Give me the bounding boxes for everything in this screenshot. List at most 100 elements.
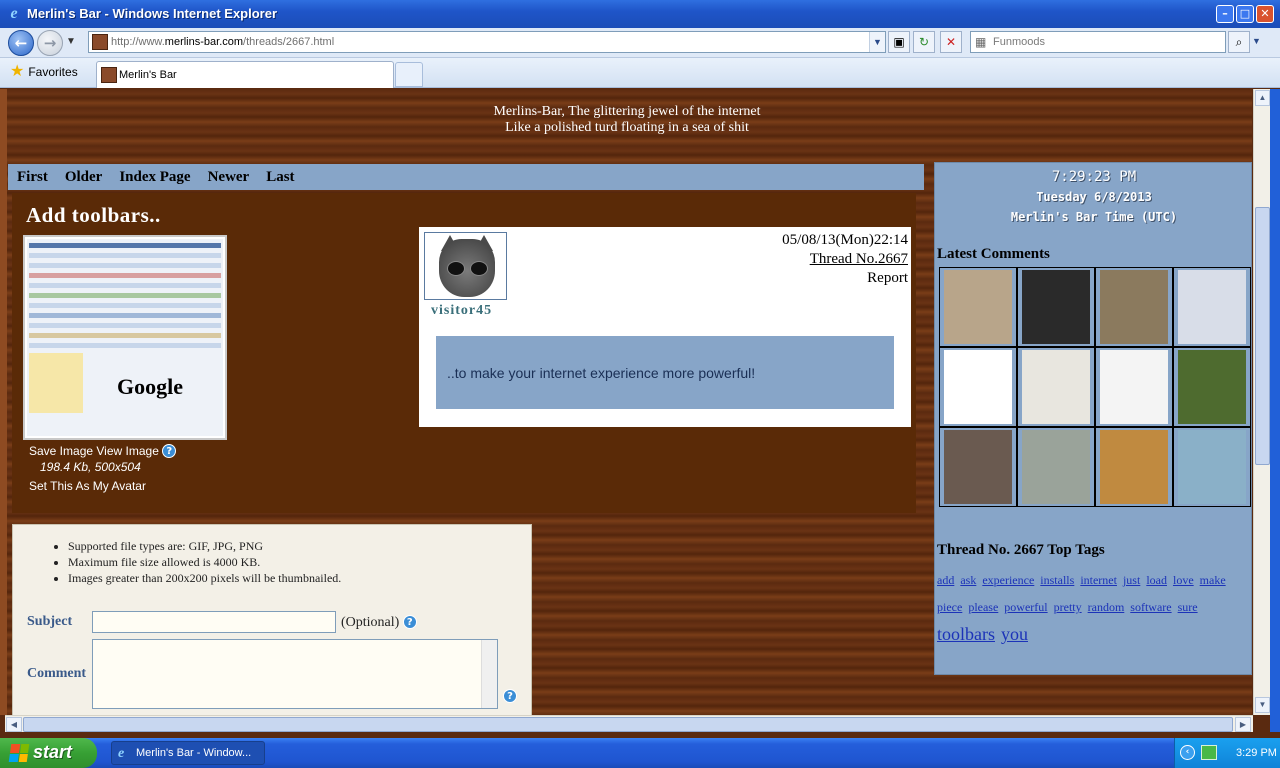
address-dropdown-icon[interactable]: ▼ xyxy=(869,32,885,52)
tag-link[interactable]: toolbars xyxy=(937,624,995,644)
post-username[interactable]: visitor45 xyxy=(431,303,492,319)
thumbnail-image xyxy=(944,270,1012,344)
tag-link[interactable]: make xyxy=(1200,573,1226,587)
scroll-up-arrow-icon[interactable]: ▲ xyxy=(1255,90,1270,106)
search-provider-icon: ▦ xyxy=(975,35,987,49)
stop-button[interactable]: ✕ xyxy=(940,31,962,53)
tab-merlins-bar[interactable]: Merlin's Bar xyxy=(96,61,394,88)
tag-link[interactable]: load xyxy=(1146,573,1167,587)
tag-link[interactable]: installs xyxy=(1040,573,1074,587)
tag-link[interactable]: you xyxy=(1001,624,1028,644)
new-tab-button[interactable] xyxy=(395,62,423,87)
thumbnail-image xyxy=(1100,350,1168,424)
tag-link[interactable]: powerful xyxy=(1004,600,1047,614)
search-placeholder: Funmoods xyxy=(993,36,1045,48)
tag-link[interactable]: pretty xyxy=(1054,600,1082,614)
latest-comment-thumbnail[interactable] xyxy=(1096,268,1172,346)
compatibility-view-icon[interactable]: ▣ xyxy=(888,31,910,53)
thumb-toolbar-9 xyxy=(29,333,221,338)
user-avatar[interactable] xyxy=(424,232,507,300)
tag-link[interactable]: sure xyxy=(1178,600,1198,614)
latest-comment-thumbnail[interactable] xyxy=(1096,348,1172,426)
help-icon[interactable]: ? xyxy=(162,444,177,458)
vertical-scrollbar[interactable]: ▲ ▼ xyxy=(1253,89,1270,715)
search-options-dropdown-icon[interactable]: ▼ xyxy=(1252,36,1261,46)
pager-newer[interactable]: Newer xyxy=(208,169,250,186)
tray-expand-icon[interactable]: ‹ xyxy=(1180,745,1195,760)
pager-last[interactable]: Last xyxy=(266,169,294,186)
thread-title: Add toolbars.. xyxy=(26,203,161,227)
tag-cloud: add ask experience installs internet jus… xyxy=(937,567,1247,650)
address-bar[interactable]: http://www.merlins-bar.com/threads/2667.… xyxy=(88,31,886,53)
pager-first[interactable]: First xyxy=(17,169,48,186)
address-url[interactable]: http://www.merlins-bar.com/threads/2667.… xyxy=(111,36,334,48)
tag-link[interactable]: experience xyxy=(982,573,1034,587)
comment-textarea[interactable] xyxy=(92,639,498,709)
subject-help-icon[interactable]: ? xyxy=(402,615,417,629)
search-box[interactable]: ▦ Funmoods xyxy=(970,31,1226,53)
post-meta: 05/08/13(Mon)22:14 Thread No.2667 Report xyxy=(782,231,908,288)
tag-link[interactable]: piece xyxy=(937,600,962,614)
thread-image-thumbnail[interactable]: Google xyxy=(23,235,227,440)
thread-pager: First Older Index Page Newer Last xyxy=(8,164,924,190)
thumb-toolbar-7 xyxy=(29,313,221,318)
network-icon[interactable] xyxy=(1201,745,1217,760)
latest-comment-thumbnail[interactable] xyxy=(1096,428,1172,506)
thumb-toolbar-1 xyxy=(29,253,221,258)
close-button[interactable]: ✕ xyxy=(1256,5,1274,23)
report-link[interactable]: Report xyxy=(782,269,908,288)
tag-link[interactable]: just xyxy=(1123,573,1140,587)
horizontal-scrollbar[interactable]: ◀ ▶ xyxy=(5,715,1253,732)
tag-link[interactable]: software xyxy=(1130,600,1171,614)
tag-link[interactable]: love xyxy=(1173,573,1194,587)
tag-link[interactable]: add xyxy=(937,573,954,587)
latest-comment-thumbnail[interactable] xyxy=(940,348,1016,426)
history-dropdown-icon[interactable]: ▼ xyxy=(66,36,76,47)
save-image-link[interactable]: Save Image xyxy=(29,444,93,458)
tag-link[interactable]: please xyxy=(968,600,998,614)
clock-date: Tuesday 6/8/2013 xyxy=(1036,190,1152,204)
thread-number-link[interactable]: Thread No.2667 xyxy=(782,250,908,269)
rule-item: Supported file types are: GIF, JPG, PNG xyxy=(68,538,341,554)
tag-link[interactable]: internet xyxy=(1080,573,1117,587)
pager-index[interactable]: Index Page xyxy=(119,169,190,186)
latest-comment-thumbnail[interactable] xyxy=(1174,428,1250,506)
latest-comment-thumbnail[interactable] xyxy=(1174,268,1250,346)
scroll-right-arrow-icon[interactable]: ▶ xyxy=(1235,717,1251,732)
favorites-button[interactable]: ★ Favorites xyxy=(10,64,78,80)
start-button[interactable]: start xyxy=(0,738,97,768)
comment-help-icon[interactable]: ? xyxy=(503,689,517,703)
scroll-down-arrow-icon[interactable]: ▼ xyxy=(1255,697,1270,713)
tag-link[interactable]: ask xyxy=(960,573,976,587)
thumbnail-image xyxy=(1178,350,1246,424)
view-image-link[interactable]: View Image xyxy=(96,444,158,458)
thumb-toolbar-2 xyxy=(29,263,221,268)
latest-comment-thumbnail[interactable] xyxy=(1174,348,1250,426)
scroll-left-arrow-icon[interactable]: ◀ xyxy=(6,717,22,732)
window-right-frame xyxy=(1270,89,1280,732)
refresh-button[interactable]: ↻ xyxy=(913,31,935,53)
tag-link[interactable]: random xyxy=(1088,600,1125,614)
thumb-toolbar-8 xyxy=(29,323,221,328)
thumbnail-image xyxy=(1022,270,1090,344)
taskbar-item-title: Merlin's Bar - Window... xyxy=(136,747,252,759)
subject-input[interactable] xyxy=(92,611,336,633)
forward-button[interactable]: → xyxy=(37,30,63,56)
minimize-button[interactable]: – xyxy=(1216,5,1234,23)
maximize-button[interactable]: □ xyxy=(1236,5,1254,23)
vertical-scroll-thumb[interactable] xyxy=(1255,207,1270,465)
back-button[interactable]: ← xyxy=(8,30,34,56)
set-avatar-link[interactable]: Set This As My Avatar xyxy=(29,479,146,493)
latest-comment-thumbnail[interactable] xyxy=(1018,428,1094,506)
horizontal-scroll-thumb[interactable] xyxy=(23,717,1233,732)
latest-comment-thumbnail[interactable] xyxy=(1018,348,1094,426)
comment-scrollbar[interactable] xyxy=(481,640,497,708)
latest-comment-thumbnail[interactable] xyxy=(1018,268,1094,346)
search-button[interactable]: ⌕ xyxy=(1228,31,1250,53)
taskbar-item-ie[interactable]: e Merlin's Bar - Window... xyxy=(111,741,265,765)
latest-comment-thumbnail[interactable] xyxy=(940,428,1016,506)
rule-item: Images greater than 200x200 pixels will … xyxy=(68,570,341,586)
pager-older[interactable]: Older xyxy=(65,169,103,186)
latest-comment-thumbnail[interactable] xyxy=(940,268,1016,346)
start-label: start xyxy=(33,742,73,762)
